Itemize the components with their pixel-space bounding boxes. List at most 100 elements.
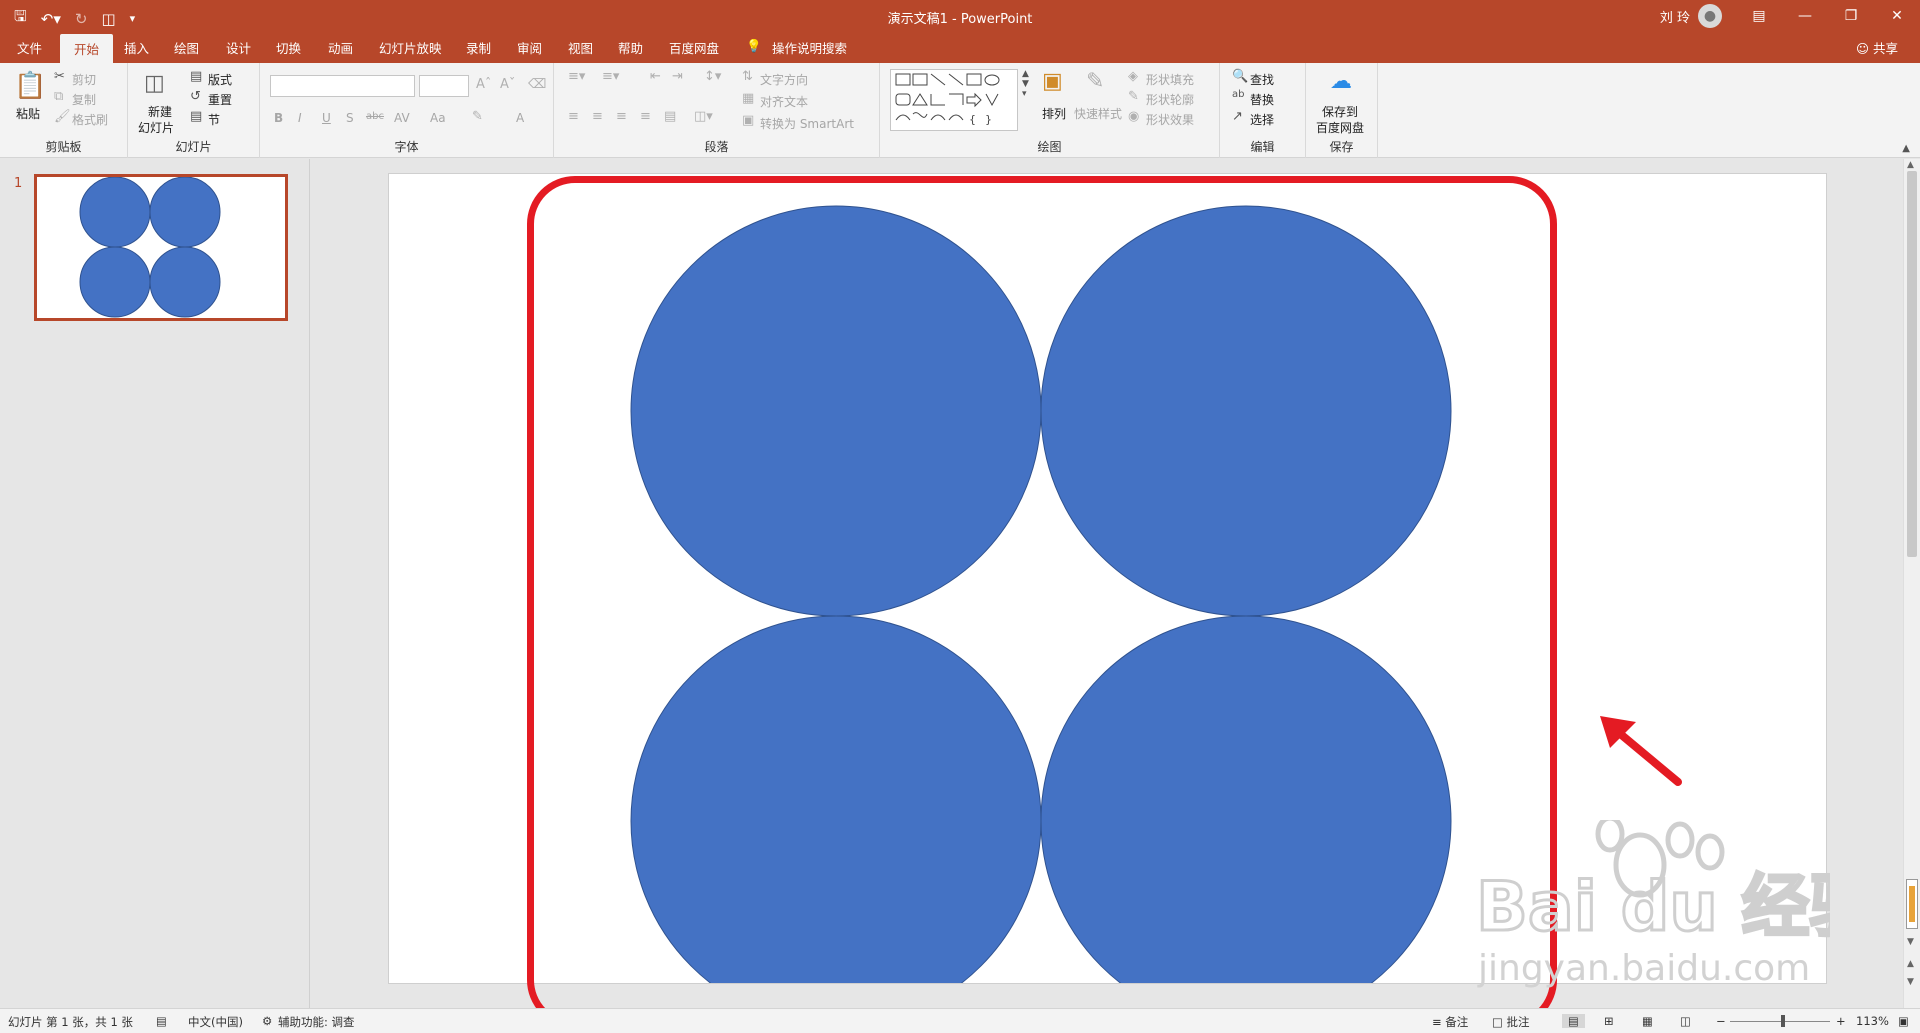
- slideshow-view-icon[interactable]: ◫: [1680, 1014, 1691, 1028]
- tab-help[interactable]: 帮助: [618, 38, 643, 57]
- share-button[interactable]: ☺ 共享: [1856, 38, 1898, 57]
- ribbon-display-icon[interactable]: ▤: [1736, 0, 1782, 32]
- shapes-gallery[interactable]: { }: [890, 69, 1018, 131]
- notes-button[interactable]: ≡ 备注: [1432, 1014, 1468, 1030]
- tab-design[interactable]: 设计: [226, 38, 251, 57]
- new-slide-icon[interactable]: ◫: [144, 71, 165, 96]
- char-spacing-button[interactable]: AV: [394, 111, 410, 125]
- line-spacing-icon[interactable]: ↕▾: [704, 69, 721, 84]
- tab-animations[interactable]: 动画: [328, 38, 353, 57]
- columns-icon[interactable]: ◫▾: [694, 109, 713, 124]
- fit-to-window-icon[interactable]: ▣: [1898, 1014, 1909, 1028]
- select-button[interactable]: 选择: [1250, 111, 1274, 128]
- zoom-out-icon[interactable]: −: [1716, 1014, 1726, 1028]
- normal-view-icon[interactable]: ▤: [1562, 1014, 1585, 1028]
- font-size-combo[interactable]: [419, 75, 469, 97]
- shape-outline-button[interactable]: 形状轮廓: [1146, 91, 1194, 108]
- align-text-button[interactable]: 对齐文本: [760, 93, 808, 110]
- format-painter-icon[interactable]: 🖌: [54, 109, 71, 124]
- scrollbar-thumb[interactable]: [1907, 171, 1917, 557]
- accessibility-icon[interactable]: ⚙: [262, 1014, 272, 1028]
- slide-thumbnail[interactable]: [34, 174, 288, 321]
- align-right-icon[interactable]: ≡: [616, 109, 627, 124]
- text-direction-button[interactable]: 文字方向: [760, 71, 808, 88]
- restore-icon[interactable]: ❐: [1828, 0, 1874, 32]
- gallery-scroll-icon[interactable]: ▲ ▼ ▾: [1022, 69, 1029, 99]
- arrange-icon[interactable]: ▣: [1042, 69, 1063, 94]
- smartart-icon[interactable]: ▣: [742, 113, 754, 128]
- tab-insert[interactable]: 插入: [124, 38, 149, 57]
- tab-draw[interactable]: 绘图: [174, 38, 199, 57]
- format-painter-button[interactable]: 格式刷: [72, 111, 108, 128]
- avatar[interactable]: ●: [1698, 4, 1722, 28]
- select-icon[interactable]: ↗: [1232, 109, 1243, 124]
- copy-icon[interactable]: ⧉: [54, 89, 63, 104]
- paste-icon[interactable]: 📋: [14, 71, 46, 101]
- spell-check-icon[interactable]: ▤: [156, 1014, 167, 1028]
- tab-file[interactable]: 文件: [17, 38, 42, 57]
- shape-fill-icon[interactable]: ◈: [1128, 69, 1138, 84]
- save-to-baidu-label-1[interactable]: 保存到: [1322, 103, 1358, 120]
- shape-effects-icon[interactable]: ◉: [1128, 109, 1139, 124]
- accessibility-status[interactable]: 辅助功能: 调查: [278, 1014, 355, 1030]
- reset-icon[interactable]: ↺: [190, 89, 201, 104]
- tab-transitions[interactable]: 切换: [276, 38, 301, 57]
- new-slide-label-2[interactable]: 幻灯片: [138, 119, 174, 136]
- zoom-in-icon[interactable]: +: [1836, 1014, 1846, 1028]
- tab-baidu-netdisk[interactable]: 百度网盘: [669, 38, 719, 57]
- shape-effects-button[interactable]: 形状效果: [1146, 111, 1194, 128]
- copy-button[interactable]: 复制: [72, 91, 96, 108]
- tab-review[interactable]: 审阅: [517, 38, 542, 57]
- paste-button[interactable]: 粘贴: [16, 105, 40, 122]
- slide-sorter-icon[interactable]: ⊞: [1604, 1014, 1614, 1028]
- zoom-level[interactable]: 113%: [1856, 1014, 1889, 1028]
- zoom-slider[interactable]: [1730, 1021, 1830, 1022]
- increase-indent-icon[interactable]: ⇥: [672, 69, 683, 84]
- user-name[interactable]: 刘 玲: [1660, 7, 1690, 26]
- zoom-indicator[interactable]: [1906, 879, 1918, 929]
- vertical-scrollbar[interactable]: ▲ ▼ ▲ ▼: [1903, 159, 1920, 1008]
- find-icon[interactable]: 🔍: [1232, 69, 1248, 84]
- align-center-icon[interactable]: ≡: [592, 109, 603, 124]
- quick-styles-button[interactable]: 快速样式: [1074, 105, 1122, 122]
- cut-icon[interactable]: ✂: [54, 69, 65, 84]
- minimize-icon[interactable]: —: [1782, 0, 1828, 32]
- reset-button[interactable]: 重置: [208, 91, 232, 108]
- close-icon[interactable]: ✕: [1874, 0, 1920, 32]
- layout-button[interactable]: 版式: [208, 71, 232, 88]
- shape-outline-icon[interactable]: ✎: [1128, 89, 1139, 104]
- find-button[interactable]: 查找: [1250, 71, 1274, 88]
- previous-slide-icon[interactable]: ▲: [1907, 959, 1914, 969]
- font-name-combo[interactable]: [270, 75, 415, 97]
- tab-record[interactable]: 录制: [466, 38, 491, 57]
- underline-button[interactable]: U: [322, 111, 331, 125]
- scroll-down-icon[interactable]: ▼: [1907, 937, 1914, 947]
- tab-view[interactable]: 视图: [568, 38, 593, 57]
- tell-me-search[interactable]: 操作说明搜索: [772, 38, 847, 57]
- justify-icon[interactable]: ≡: [640, 109, 651, 124]
- bold-button[interactable]: B: [274, 111, 283, 125]
- increase-font-icon[interactable]: Aˆ: [476, 77, 491, 92]
- layout-icon[interactable]: ▤: [190, 69, 202, 84]
- clear-format-icon[interactable]: ⌫: [528, 77, 546, 92]
- shadow-button[interactable]: S: [346, 111, 354, 125]
- replace-button[interactable]: 替换: [1250, 91, 1274, 108]
- reading-view-icon[interactable]: ▦: [1642, 1014, 1653, 1028]
- next-slide-icon[interactable]: ▼: [1907, 977, 1914, 987]
- quick-styles-icon[interactable]: ✎: [1086, 69, 1104, 94]
- tab-slideshow[interactable]: 幻灯片放映: [379, 38, 442, 57]
- section-icon[interactable]: ▤: [190, 109, 202, 124]
- align-left-icon[interactable]: ≡: [568, 109, 579, 124]
- comments-button[interactable]: □ 批注: [1492, 1014, 1530, 1030]
- text-direction-icon[interactable]: ⇅: [742, 69, 753, 84]
- decrease-indent-icon[interactable]: ⇤: [650, 69, 661, 84]
- section-button[interactable]: 节: [208, 111, 220, 128]
- numbering-icon[interactable]: ≡▾: [602, 69, 619, 84]
- decrease-font-icon[interactable]: Aˇ: [500, 77, 515, 92]
- baidu-cloud-icon[interactable]: ☁: [1330, 69, 1352, 94]
- strikethrough-button[interactable]: abc: [366, 111, 384, 122]
- highlight-icon[interactable]: ✎: [472, 109, 483, 124]
- distributed-icon[interactable]: ▤: [664, 109, 676, 124]
- replace-icon[interactable]: ab: [1232, 89, 1244, 100]
- font-color-button[interactable]: A: [516, 111, 524, 125]
